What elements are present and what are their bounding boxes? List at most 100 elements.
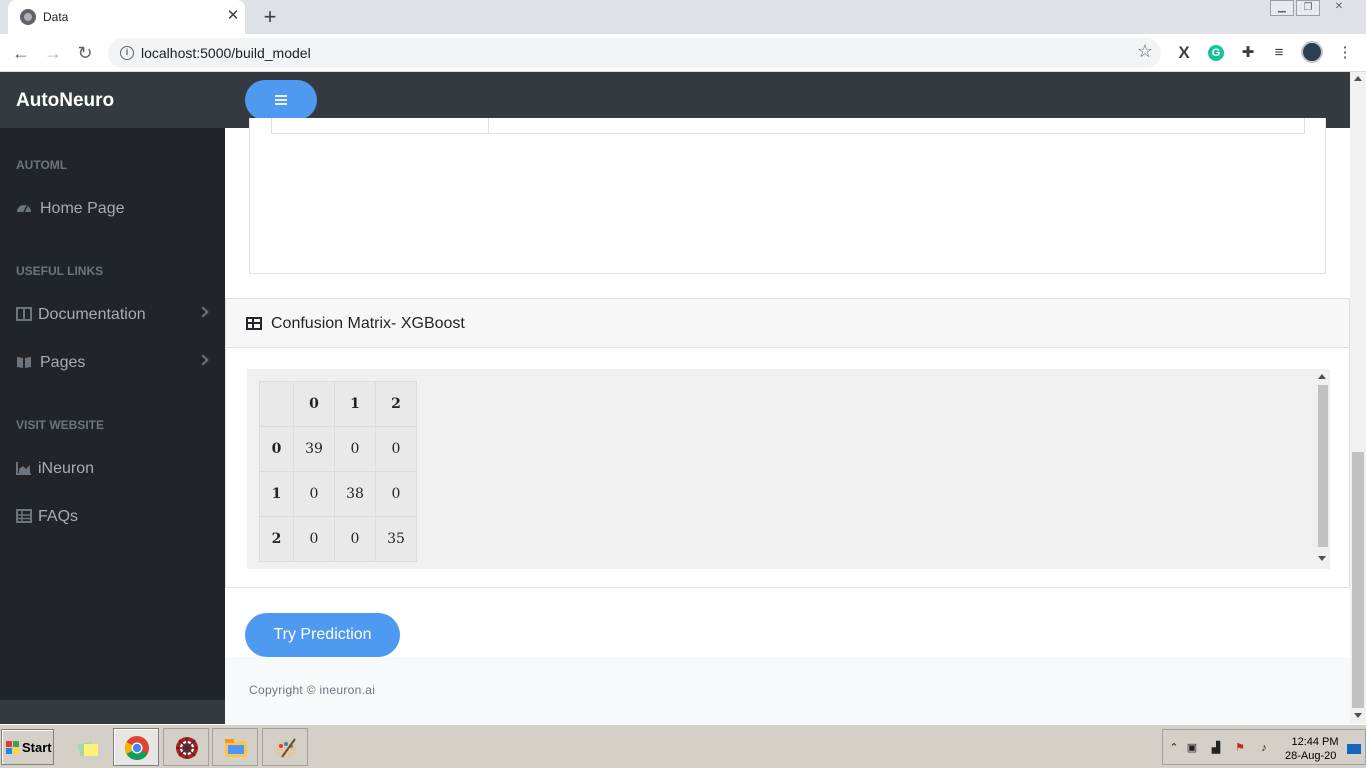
hamburger-icon-bar: [275, 103, 287, 105]
close-tab-icon[interactable]: ✕: [224, 7, 242, 25]
table-header-cell: 0: [293, 381, 335, 427]
minimize-icon[interactable]: ▁: [1270, 0, 1294, 16]
book-icon: [17, 357, 31, 368]
sidebar-item-label: Home Page: [40, 200, 125, 217]
network-icon[interactable]: ▟: [1209, 742, 1223, 754]
sidebar-item-faqs[interactable]: FAQs: [0, 498, 225, 538]
brand-bar: AutoNeuro: [0, 72, 225, 128]
page-scroll-thumb[interactable]: [1352, 452, 1364, 708]
sidebar-item-ineuron[interactable]: iNeuron: [0, 450, 225, 490]
table-cell: 38: [334, 471, 376, 517]
sidebar-heading-useful-links: USEFUL LINKS: [16, 264, 104, 278]
sidebar-item-pages[interactable]: Pages: [0, 344, 225, 384]
browser-tab[interactable]: Data ✕: [8, 0, 245, 34]
tab-title: Data: [43, 10, 69, 24]
card-title: Confusion Matrix- XGBoost: [271, 315, 465, 332]
puzzle-icon[interactable]: ✚: [1237, 42, 1259, 64]
sidebar-heading-visit-website: VISIT WEBSITE: [16, 418, 105, 432]
browser-tabstrip: Data ✕ + ▁ ❐ ✕: [0, 0, 1366, 34]
previous-table: [271, 118, 1305, 134]
table-header-cell: [259, 381, 294, 427]
table-cell: 0: [375, 471, 417, 517]
grammarly-icon[interactable]: G: [1208, 45, 1224, 61]
brand-logo-text[interactable]: AutoNeuro: [16, 90, 114, 112]
taskbar-file-manager[interactable]: [212, 728, 258, 766]
confusion-matrix-scroll-area[interactable]: 0 1 2 0 39 0 0 1 0 38 0 2 0 0 35: [247, 369, 1330, 569]
address-bar[interactable]: i localhost:5000/build_model ☆: [108, 38, 1161, 68]
taskbar-explorer[interactable]: [64, 728, 110, 766]
x-extension-icon[interactable]: X: [1173, 42, 1195, 64]
taskbar-paint[interactable]: [262, 728, 308, 766]
table-header-cell: 2: [375, 381, 417, 427]
try-prediction-button[interactable]: Try Prediction: [245, 613, 400, 657]
windows-flag-icon: [6, 741, 20, 755]
scroll-down-arrow-icon[interactable]: [1318, 556, 1326, 561]
table-row: 2 0 0 35: [259, 516, 417, 562]
sidebar-item-label: Documentation: [38, 306, 146, 323]
scroll-up-arrow-icon[interactable]: [1354, 76, 1362, 81]
table-row: 0 39 0 0: [259, 426, 417, 472]
sidebar: AutoNeuro AUTOML Home Page USEFUL LINKS …: [0, 72, 225, 724]
avatar[interactable]: [1301, 41, 1323, 63]
hamburger-icon: [275, 95, 287, 97]
sidebar-toggle-button[interactable]: [245, 80, 317, 120]
usb-icon[interactable]: ▣: [1185, 742, 1199, 754]
clock-date[interactable]: 28-Aug-20: [1285, 750, 1336, 762]
star-icon[interactable]: ☆: [1137, 41, 1153, 62]
paint-palette-icon: [275, 738, 297, 758]
start-label: Start: [22, 740, 52, 755]
scroll-thumb[interactable]: [1318, 385, 1328, 547]
show-desktop-icon[interactable]: [1347, 744, 1361, 754]
folder-icon: [225, 739, 247, 757]
table-scrollbar[interactable]: [1315, 369, 1330, 569]
chevron-right-icon: [197, 306, 209, 318]
close-window-icon[interactable]: ✕: [1322, 0, 1356, 16]
sidebar-item-label: Pages: [40, 354, 86, 371]
taskbar-chrome[interactable]: [113, 728, 159, 766]
info-icon[interactable]: i: [120, 46, 134, 60]
clock-time[interactable]: 12:44 PM: [1281, 735, 1349, 749]
restore-icon[interactable]: ❐: [1296, 0, 1320, 16]
row-label: 2: [259, 516, 294, 562]
volume-icon[interactable]: ♪: [1257, 742, 1271, 754]
row-label: 0: [259, 426, 294, 472]
previous-card: [249, 118, 1326, 274]
columns-icon: [16, 307, 32, 321]
forward-icon[interactable]: →: [40, 40, 66, 66]
reload-icon[interactable]: ↻: [72, 40, 98, 66]
chevron-right-icon: [197, 354, 209, 366]
url-text[interactable]: localhost:5000/build_model: [141, 45, 311, 61]
confusion-matrix-table: 0 1 2 0 39 0 0 1 0 38 0 2 0 0 35: [259, 381, 417, 562]
back-icon[interactable]: ←: [8, 40, 34, 66]
dashboard-icon: [17, 205, 31, 213]
scroll-up-arrow-icon[interactable]: [1318, 374, 1326, 379]
table-divider: [488, 118, 489, 133]
page-scrollbar[interactable]: [1350, 72, 1366, 724]
sidebar-item-documentation[interactable]: Documentation: [0, 296, 225, 336]
table-cell: 35: [375, 516, 417, 562]
card-header: Confusion Matrix- XGBoost: [226, 299, 1349, 348]
scroll-down-arrow-icon[interactable]: [1354, 713, 1362, 718]
spider-app-icon: [176, 737, 198, 759]
hamburger-icon-bar: [275, 99, 287, 101]
sidebar-item-home[interactable]: Home Page: [0, 190, 225, 230]
table-cell: 0: [293, 516, 335, 562]
footer: Copyright © ineuron.ai: [225, 657, 1350, 724]
system-tray: ⌃ ▣ ▟ ⚑ ♪ 12:44 PM 28-Aug-20: [1162, 729, 1366, 765]
new-tab-button[interactable]: +: [257, 4, 283, 30]
chevron-up-icon[interactable]: ⌃: [1167, 742, 1181, 754]
sidebar-footer: [0, 700, 225, 724]
taskbar-app-spider[interactable]: [163, 728, 209, 766]
flag-warning-icon[interactable]: ⚑: [1233, 742, 1247, 754]
table-header-cell: 1: [334, 381, 376, 427]
main-content: Confusion Matrix- XGBoost 0 1 2 0 39 0 0…: [225, 118, 1350, 724]
start-button[interactable]: Start: [1, 729, 54, 765]
os-taskbar: Start ⌃ ▣ ▟ ⚑ ♪ 12:44 PM 28-Aug-20: [0, 724, 1366, 768]
table-icon: [246, 317, 262, 330]
confusion-matrix-card: Confusion Matrix- XGBoost 0 1 2 0 39 0 0…: [225, 298, 1350, 588]
table-row: 1 0 38 0: [259, 471, 417, 517]
sidebar-item-label: iNeuron: [38, 460, 95, 477]
menu-icon[interactable]: ⋮: [1334, 42, 1356, 64]
folder-icon: [77, 741, 98, 757]
media-icon[interactable]: ≡: [1268, 42, 1290, 64]
